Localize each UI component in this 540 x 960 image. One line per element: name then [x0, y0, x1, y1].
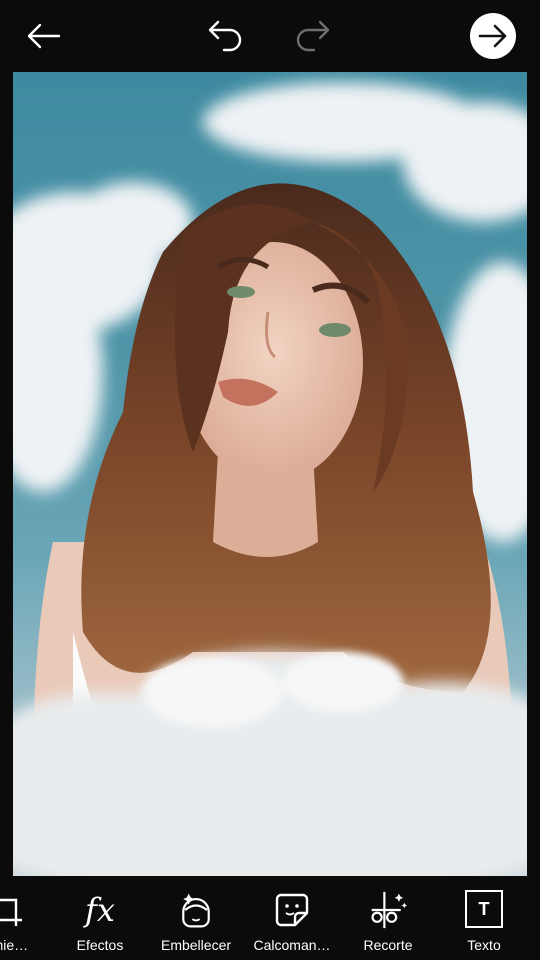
tool-effects[interactable]: fx Efectos — [52, 876, 148, 960]
sticker-icon — [272, 890, 312, 930]
redo-icon — [294, 20, 334, 52]
undo-button[interactable] — [200, 12, 248, 60]
cutout-scissors-icon — [368, 890, 408, 930]
tool-label: Recorte — [363, 937, 413, 953]
undo-icon — [204, 20, 244, 52]
tool-crop[interactable]: amie… — [0, 876, 54, 960]
tool-cutout[interactable]: Recorte — [340, 876, 436, 960]
fx-icon: fx — [85, 891, 115, 929]
photo-canvas[interactable] — [13, 72, 527, 876]
tool-text[interactable]: T Texto — [436, 876, 532, 960]
back-button[interactable] — [20, 12, 68, 60]
beautify-face-icon — [176, 890, 216, 930]
edited-photo — [13, 82, 527, 876]
text-icon-glyph: T — [478, 898, 490, 919]
next-button[interactable] — [470, 13, 516, 59]
tool-stickers[interactable]: Calcoman… — [244, 876, 340, 960]
tool-label: Texto — [467, 937, 501, 953]
tool-label: amie… — [0, 937, 29, 953]
bottom-toolbar: amie… fx Efectos Embellecer Calcoman… Re… — [0, 876, 540, 960]
tool-beautify[interactable]: Embellecer — [148, 876, 244, 960]
top-bar — [0, 0, 540, 72]
text-icon: T — [465, 890, 503, 928]
tool-label: Calcoman… — [253, 937, 331, 953]
tool-label: Embellecer — [160, 937, 232, 953]
arrow-right-circle-icon — [478, 24, 508, 48]
redo-button[interactable] — [290, 12, 338, 60]
tool-label: Efectos — [76, 937, 124, 953]
crop-icon — [0, 890, 26, 930]
arrow-left-icon — [27, 23, 61, 49]
